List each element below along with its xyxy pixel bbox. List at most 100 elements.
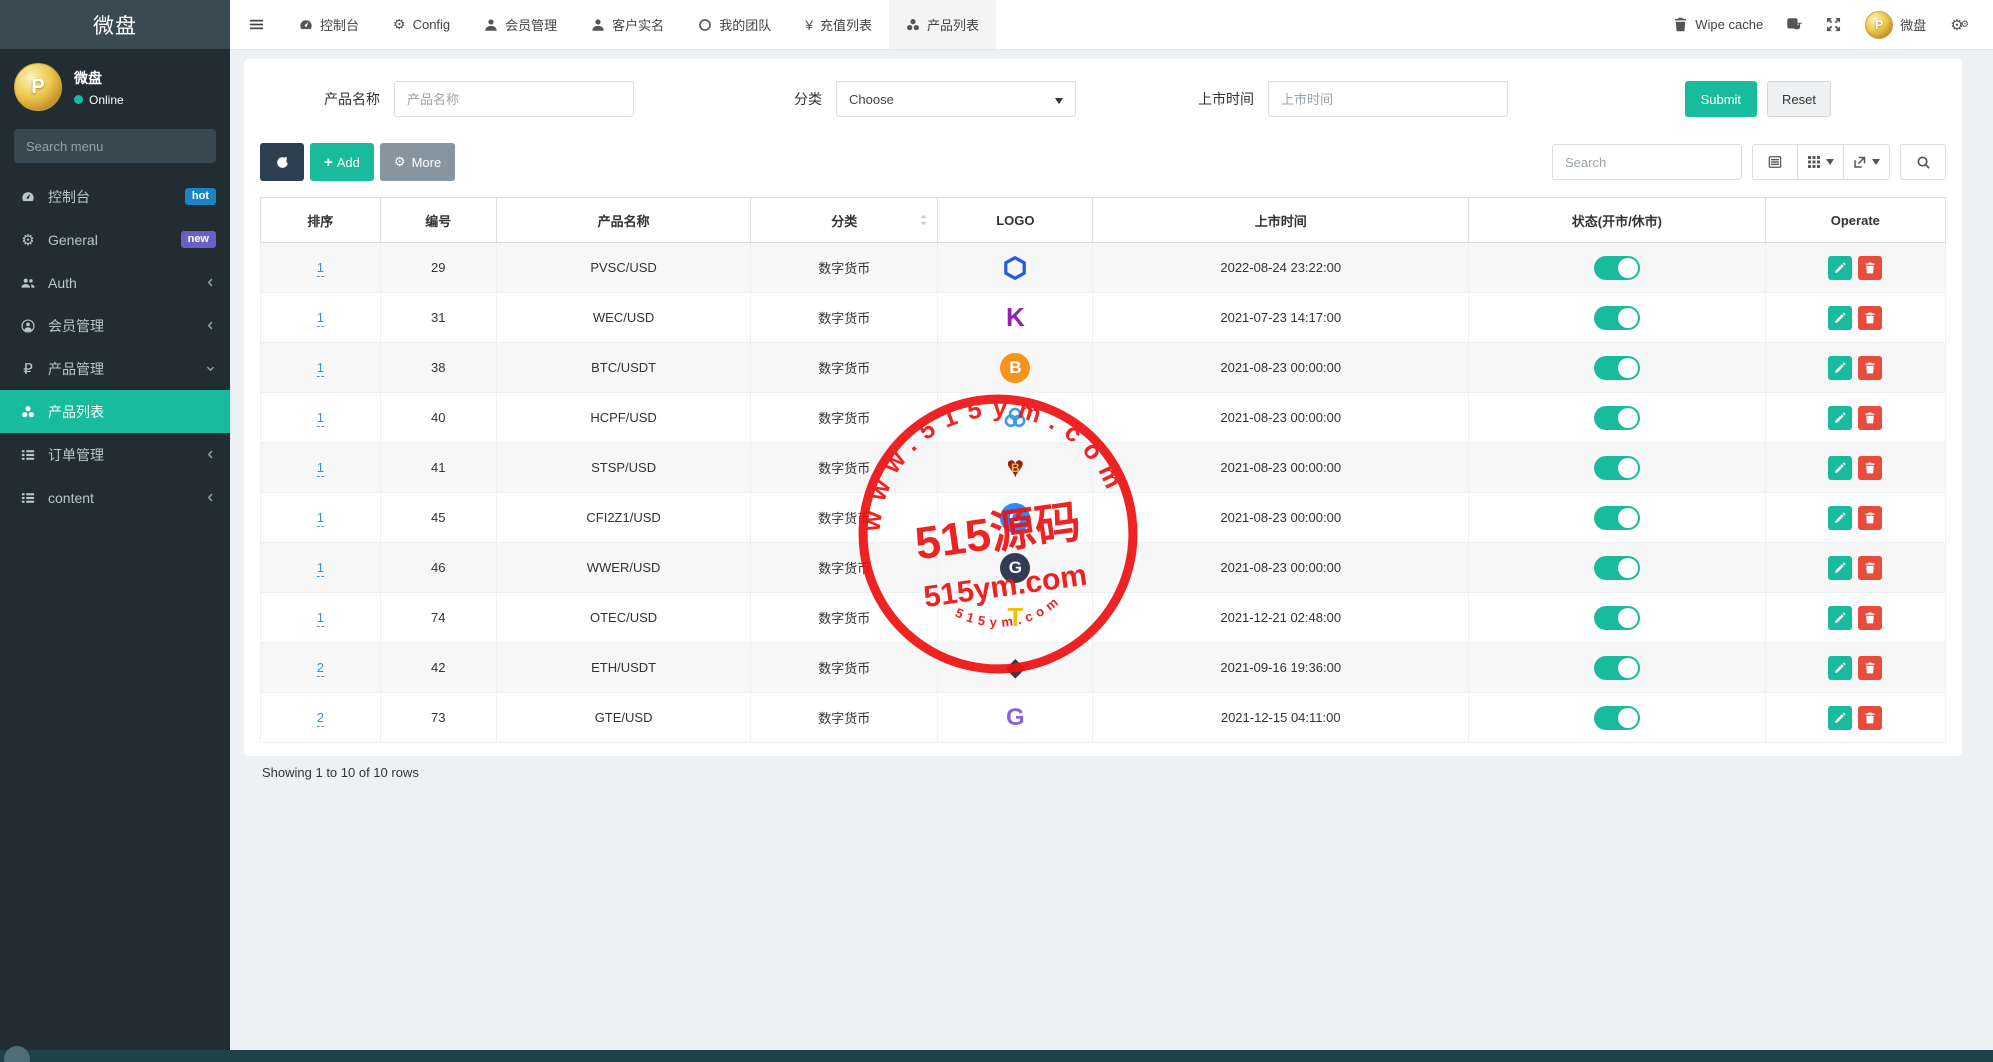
sort-link[interactable]: 1 <box>317 410 324 427</box>
operate-cell <box>1765 493 1945 543</box>
edit-button[interactable] <box>1828 256 1852 280</box>
logo-cell <box>938 393 1093 443</box>
caret-down-icon <box>1826 159 1834 165</box>
delete-button[interactable] <box>1858 506 1882 530</box>
delete-button[interactable] <box>1858 606 1882 630</box>
category-select[interactable]: Choose <box>836 81 1076 117</box>
sort-link[interactable]: 1 <box>317 310 324 327</box>
table-row: 242ETH/USDT数字货币◆2021-09-16 19:36:00 <box>261 643 1946 693</box>
tab-product-list[interactable]: 产品列表 <box>889 0 996 49</box>
fullscreen-button[interactable] <box>1814 0 1853 49</box>
delete-button[interactable] <box>1858 656 1882 680</box>
operate-cell <box>1765 593 1945 643</box>
delete-button[interactable] <box>1858 356 1882 380</box>
sidebar-item-dashboard[interactable]: 控制台hot <box>0 175 230 218</box>
refresh-button[interactable] <box>260 143 304 181</box>
status-toggle[interactable] <box>1594 656 1640 680</box>
edit-button[interactable] <box>1828 406 1852 430</box>
edit-button[interactable] <box>1828 356 1852 380</box>
main-area: 控制台⚙Config会员管理客户实名我的团队¥充值列表产品列表 Wipe cac… <box>230 0 1993 1062</box>
column-category[interactable]: 分类 <box>751 198 938 243</box>
circle-o-icon <box>698 18 712 32</box>
category-cell: 数字货币 <box>751 643 938 693</box>
table-search-input[interactable] <box>1552 144 1742 180</box>
sort-link[interactable]: 1 <box>317 260 324 277</box>
edit-button[interactable] <box>1828 706 1852 730</box>
listing-time-input[interactable] <box>1268 81 1508 117</box>
status-toggle[interactable] <box>1594 456 1640 480</box>
sidebar-item-content[interactable]: content <box>0 476 230 519</box>
status-toggle[interactable] <box>1594 506 1640 530</box>
sidebar-item-order-mgmt[interactable]: 订单管理 <box>0 433 230 476</box>
sidebar-item-member-mgmt[interactable]: 会员管理 <box>0 304 230 347</box>
submit-button[interactable]: Submit <box>1685 81 1757 117</box>
edit-button[interactable] <box>1828 506 1852 530</box>
delete-button[interactable] <box>1858 406 1882 430</box>
tab-my-team[interactable]: 我的团队 <box>681 0 788 49</box>
sort-link[interactable]: 1 <box>317 510 324 527</box>
cluster-icon <box>906 18 920 32</box>
edit-button[interactable] <box>1828 606 1852 630</box>
status-toggle[interactable] <box>1594 606 1640 630</box>
column-label: 分类 <box>831 214 857 229</box>
product-id-cell: 38 <box>380 343 496 393</box>
hamburger-icon[interactable] <box>230 0 282 49</box>
status-toggle[interactable] <box>1594 406 1640 430</box>
sort-link[interactable]: 2 <box>317 660 324 677</box>
sidebar-item-product-list[interactable]: 产品列表 <box>0 390 230 433</box>
wipe-cache-button[interactable]: Wipe cache <box>1661 0 1775 49</box>
brand[interactable]: 微盘 <box>0 0 230 49</box>
filter-row: 产品名称 分类 Choose 上市时间 <box>260 81 1946 117</box>
status-toggle[interactable] <box>1594 256 1640 280</box>
user-menu[interactable]: P 微盘 <box>1853 0 1938 49</box>
product-name-input[interactable] <box>394 81 634 117</box>
tab-recharge-list[interactable]: ¥充值列表 <box>788 0 889 49</box>
translate-button[interactable] <box>1775 0 1814 49</box>
delete-button[interactable] <box>1858 456 1882 480</box>
status-toggle[interactable] <box>1594 356 1640 380</box>
sort-icon[interactable] <box>919 214 928 227</box>
detail-view-button[interactable] <box>1752 144 1798 180</box>
sidebar-item-general[interactable]: ⚙Generalnew <box>0 218 230 261</box>
export-button[interactable] <box>1844 144 1890 180</box>
tab-config[interactable]: ⚙Config <box>376 0 467 49</box>
content-area: 产品名称 分类 Choose 上市时间 <box>230 50 1993 1062</box>
sort-link[interactable]: 1 <box>317 560 324 577</box>
user-status: Online <box>74 93 124 107</box>
sort-link[interactable]: 1 <box>317 360 324 377</box>
columns-icon <box>1807 155 1821 169</box>
edit-button[interactable] <box>1828 456 1852 480</box>
more-button[interactable]: ⚙More <box>380 143 455 181</box>
sort-link[interactable]: 2 <box>317 710 324 727</box>
status-toggle[interactable] <box>1594 706 1640 730</box>
columns-button[interactable] <box>1798 144 1844 180</box>
user-name: 微盘 <box>74 68 124 88</box>
tab-dashboard[interactable]: 控制台 <box>282 0 376 49</box>
settings-gears-button[interactable]: ⚙⚙ <box>1938 0 1981 49</box>
delete-button[interactable] <box>1858 306 1882 330</box>
delete-button[interactable] <box>1858 256 1882 280</box>
edit-button[interactable] <box>1828 306 1852 330</box>
sidebar-item-product-mgmt[interactable]: ₽产品管理 <box>0 347 230 390</box>
brand-label: 微盘 <box>93 10 137 40</box>
sidebar-search-input[interactable] <box>14 129 216 163</box>
category-cell: 数字货币 <box>751 693 938 743</box>
delete-button[interactable] <box>1858 556 1882 580</box>
sort-link[interactable]: 1 <box>317 610 324 627</box>
tab-member-mgmt[interactable]: 会员管理 <box>467 0 574 49</box>
sidebar-item-auth[interactable]: Auth <box>0 261 230 304</box>
sort-link[interactable]: 1 <box>317 460 324 477</box>
sidebar-item-label: Auth <box>48 275 195 291</box>
toggle-knob <box>1618 358 1638 378</box>
product-logo: B <box>1000 353 1030 383</box>
delete-button[interactable] <box>1858 706 1882 730</box>
add-button[interactable]: +Add <box>310 143 374 181</box>
tab-customer-kyc[interactable]: 客户实名 <box>574 0 681 49</box>
search-button[interactable] <box>1900 144 1946 180</box>
edit-button[interactable] <box>1828 556 1852 580</box>
status-toggle[interactable] <box>1594 306 1640 330</box>
reset-button[interactable]: Reset <box>1767 81 1831 117</box>
filter-category: 分类 Choose <box>794 81 1076 117</box>
status-toggle[interactable] <box>1594 556 1640 580</box>
edit-button[interactable] <box>1828 656 1852 680</box>
